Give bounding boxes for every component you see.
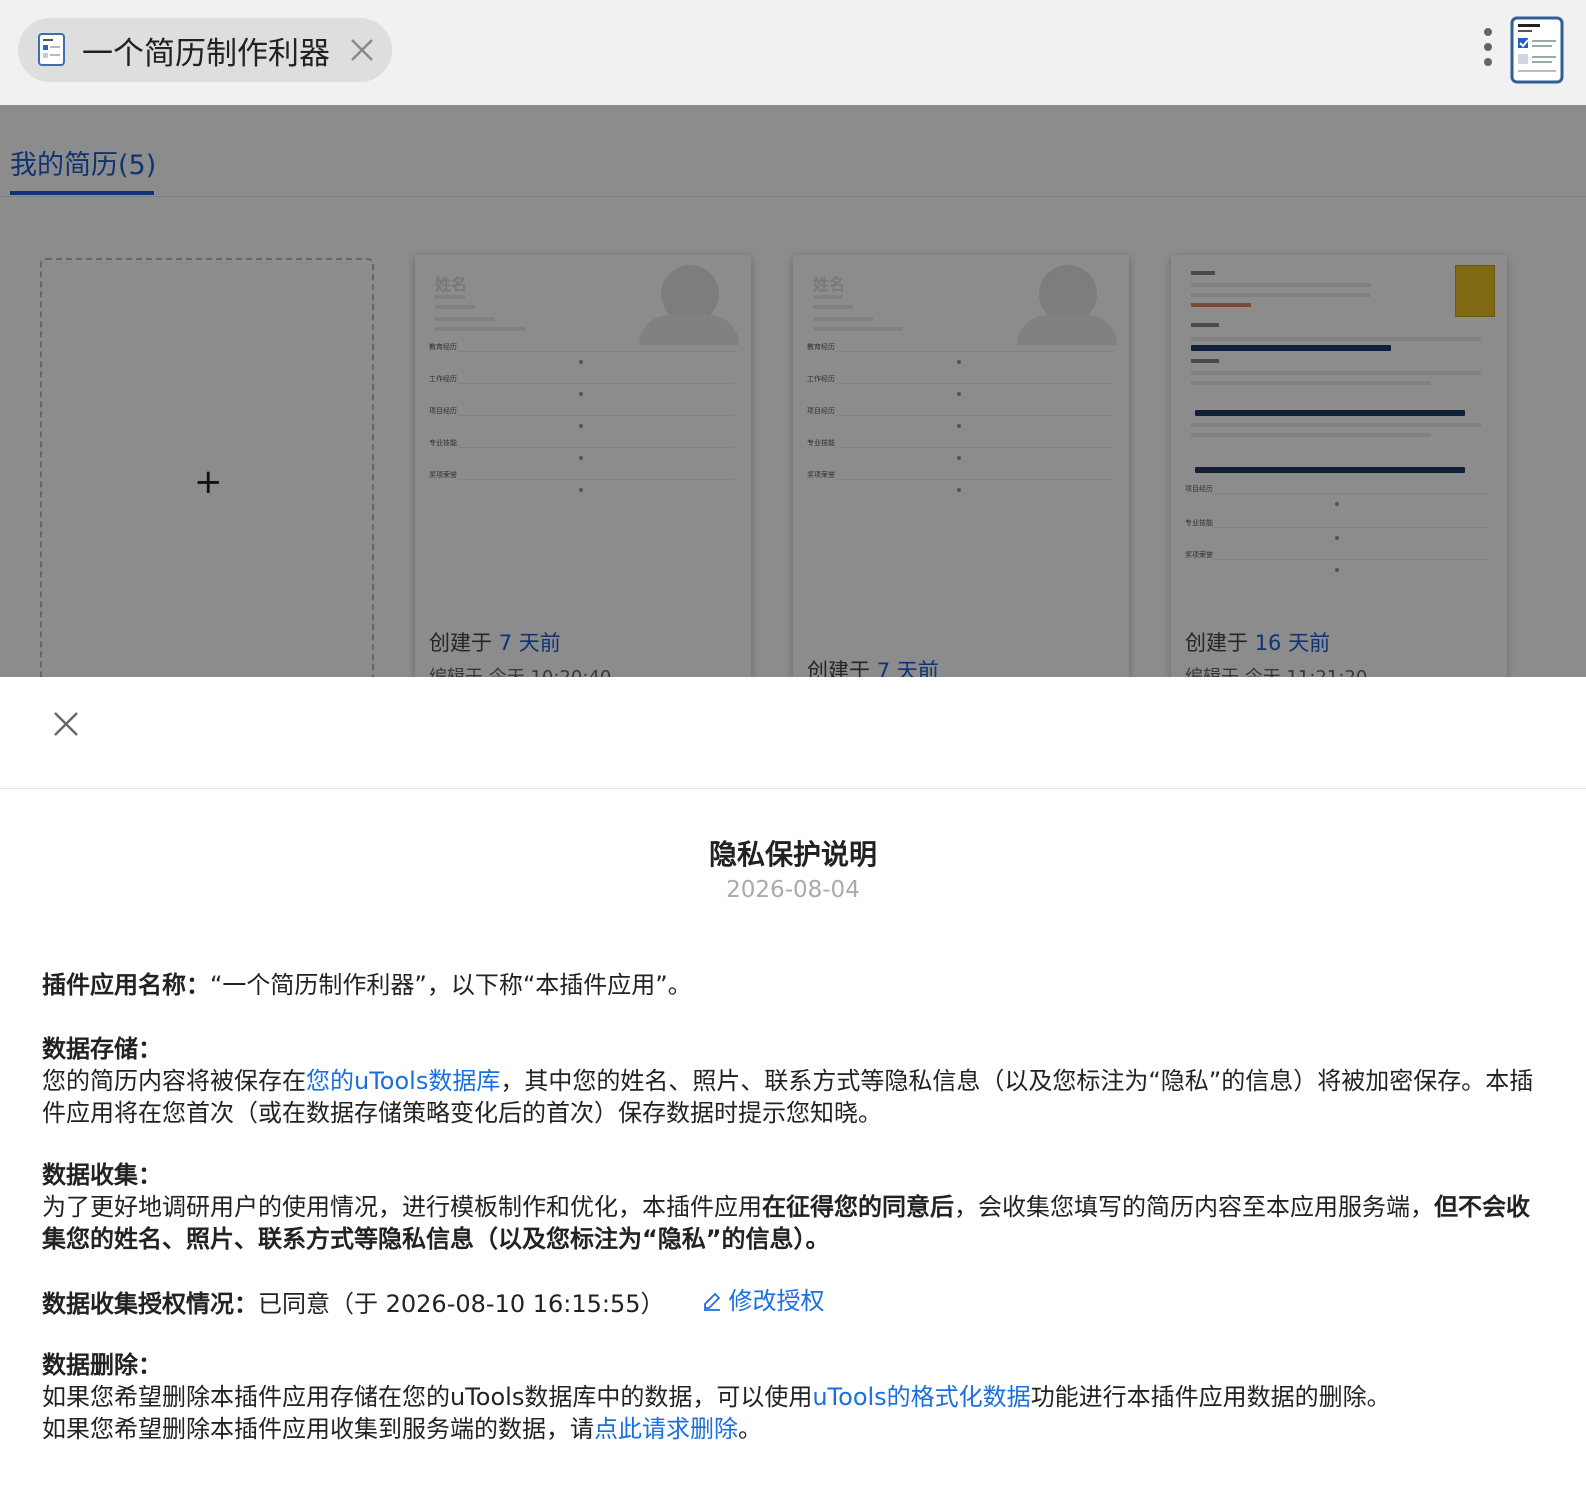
title-bar: 一个简历制作利器 [0,0,1586,105]
drawer-header [0,677,1586,789]
resume-doc-icon [38,33,65,66]
close-icon[interactable] [50,708,82,740]
plugin-name-paragraph: 插件应用名称：“一个简历制作利器”，以下称“本插件应用”。 [42,971,692,999]
utools-format-data-link[interactable]: uTools的格式化数据 [812,1383,1030,1411]
close-icon[interactable] [346,34,378,66]
doc-title: 隐私保护说明 [708,838,877,871]
authorization-status-paragraph: 数据收集授权情况：已同意（于 2026-08-10 16:15:55） 修改授权 [42,1285,825,1318]
doc-date: 2026-08-04 [726,877,860,903]
app-tab[interactable]: 一个简历制作利器 [18,18,392,82]
data-storage-paragraph: 数据存储： 您的简历内容将被保存在您的uTools数据库，其中您的姓名、照片、联… [42,1035,1534,1127]
app-title: 一个简历制作利器 [82,35,330,72]
section-heading: 数据删除： [42,1351,162,1379]
modal-overlay[interactable] [0,105,1586,677]
more-menu-icon[interactable] [1478,28,1498,72]
privacy-drawer: 隐私保护说明 2026-08-04 插件应用名称：“一个简历制作利器”，以下称“… [0,677,1586,1496]
edit-icon [703,1292,720,1311]
request-deletion-link[interactable]: 点此请求删除 [594,1415,738,1443]
data-deletion-paragraph: 数据删除： 如果您希望删除本插件应用存储在您的uTools数据库中的数据，可以使… [42,1351,1391,1443]
authorization-status: 已同意（于 2026-08-10 16:15:55） [258,1290,665,1318]
section-heading: 数据存储： [42,1035,162,1063]
resume-logo-icon [1510,16,1564,84]
modify-authorization-link[interactable]: 修改授权 [701,1285,825,1317]
utools-db-link[interactable]: 您的uTools数据库 [306,1067,500,1095]
section-heading: 数据收集： [42,1161,162,1189]
data-collection-paragraph: 数据收集： 为了更好地调研用户的使用情况，进行模板制作和优化，本插件应用在征得您… [42,1161,1530,1253]
